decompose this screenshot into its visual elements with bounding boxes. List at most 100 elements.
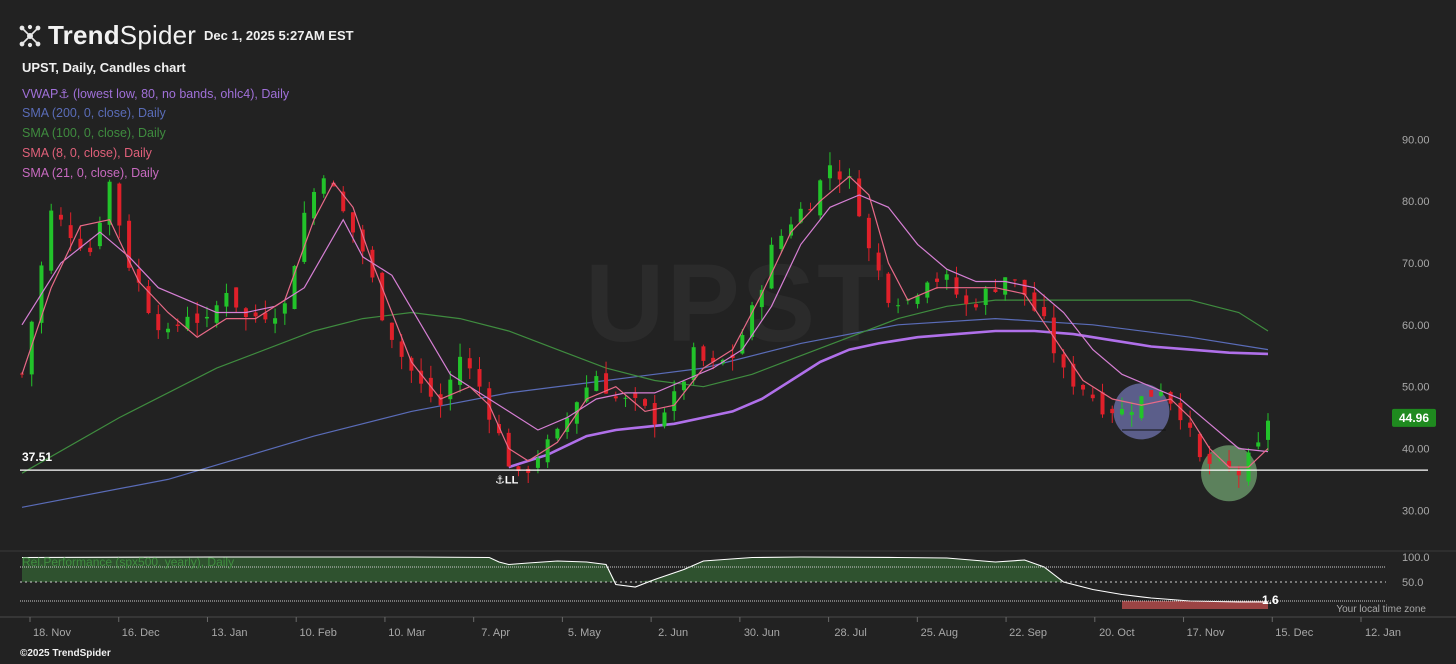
- local-time-zone-label[interactable]: Your local time zone: [1336, 604, 1426, 615]
- candle-body[interactable]: [1158, 391, 1163, 396]
- anchor-lowest-low-label: ⚓LL: [495, 474, 519, 486]
- candle-body[interactable]: [925, 282, 930, 298]
- sma-21-line[interactable]: [21, 194, 1269, 453]
- price-chart[interactable]: 37.51 ⚓LL 90.00 80.00 70.00 60.00 50.00 40.00 3…: [0, 0, 1456, 664]
- candle-body[interactable]: [477, 369, 482, 387]
- candle-body[interactable]: [234, 287, 239, 308]
- candle-body[interactable]: [88, 247, 93, 253]
- candle-body[interactable]: [827, 165, 832, 179]
- candle-body[interactable]: [983, 288, 988, 305]
- candle-body[interactable]: [321, 178, 326, 194]
- candle-body[interactable]: [107, 181, 112, 225]
- candle-body[interactable]: [97, 222, 102, 247]
- x-axis-label: 25. Aug: [921, 627, 958, 639]
- candle-body[interactable]: [1266, 420, 1270, 440]
- candle-body[interactable]: [1003, 277, 1008, 295]
- candle-body[interactable]: [623, 397, 628, 399]
- rel-performance-legend: Rel.Performance (spx500, yearly), Daily: [22, 555, 234, 569]
- candle-body[interactable]: [818, 180, 823, 216]
- candle-body[interactable]: [156, 314, 161, 331]
- candle-body[interactable]: [467, 358, 472, 369]
- candle-body[interactable]: [973, 304, 978, 308]
- candle-body[interactable]: [837, 171, 842, 180]
- candle-body[interactable]: [1119, 408, 1124, 415]
- candle-body[interactable]: [964, 295, 969, 305]
- candle-body[interactable]: [944, 274, 949, 280]
- candle-body[interactable]: [1197, 433, 1202, 458]
- rel-performance-level-label: 50.0: [1402, 577, 1423, 589]
- price-tick-label: 90.00: [1402, 134, 1430, 146]
- x-axis-label: 18. Nov: [33, 627, 71, 639]
- candle-body[interactable]: [166, 328, 171, 333]
- candle-body[interactable]: [1061, 354, 1066, 368]
- candle-body[interactable]: [1042, 306, 1047, 317]
- x-axis-label: 5. May: [568, 627, 602, 639]
- candle-body[interactable]: [1139, 396, 1144, 419]
- candle-body[interactable]: [175, 324, 180, 326]
- candle-body[interactable]: [662, 412, 667, 427]
- candle-body[interactable]: [214, 305, 219, 323]
- candle-body[interactable]: [68, 225, 73, 239]
- candle-body[interactable]: [350, 212, 355, 233]
- candle-body[interactable]: [1236, 470, 1241, 476]
- candle-body[interactable]: [555, 428, 560, 439]
- candle-body[interactable]: [643, 399, 647, 406]
- candle-body[interactable]: [652, 403, 657, 425]
- candle-body[interactable]: [1129, 412, 1134, 415]
- candle-body[interactable]: [389, 322, 394, 340]
- candle-body[interactable]: [204, 316, 209, 319]
- candle-body[interactable]: [58, 214, 63, 220]
- x-axis-label: 22. Sep: [1009, 627, 1047, 639]
- candle-body[interactable]: [535, 458, 540, 468]
- candle-body[interactable]: [302, 212, 307, 262]
- candle-body[interactable]: [1081, 384, 1086, 390]
- candle-body[interactable]: [1149, 390, 1154, 397]
- x-axis-label: 17. Nov: [1187, 627, 1225, 639]
- candle-body[interactable]: [886, 273, 891, 303]
- candle-body[interactable]: [1207, 453, 1212, 464]
- candle-body[interactable]: [876, 252, 881, 271]
- candle-body[interactable]: [1110, 408, 1115, 414]
- candle-body[interactable]: [1100, 392, 1105, 415]
- candle-body[interactable]: [594, 376, 599, 391]
- sma-8-line[interactable]: [21, 175, 1269, 468]
- candle-body[interactable]: [935, 278, 940, 282]
- candle-body[interactable]: [224, 293, 229, 307]
- candle-body[interactable]: [195, 313, 200, 323]
- x-axis-label: 12. Jan: [1365, 627, 1401, 639]
- candle-body[interactable]: [896, 305, 901, 307]
- price-tick-label: 80.00: [1402, 196, 1430, 208]
- candle-body[interactable]: [1188, 422, 1193, 428]
- candle-body[interactable]: [273, 318, 278, 324]
- candle-body[interactable]: [681, 381, 686, 391]
- candle-body[interactable]: [253, 312, 258, 317]
- candle-body[interactable]: [49, 210, 54, 271]
- candle-body[interactable]: [613, 396, 618, 399]
- candle-body[interactable]: [1178, 402, 1183, 421]
- candle-body[interactable]: [312, 191, 317, 219]
- candle-body[interactable]: [779, 235, 784, 250]
- x-axis-label: 10. Feb: [300, 627, 337, 639]
- candle-body[interactable]: [399, 341, 404, 357]
- sma-200-line[interactable]: [21, 317, 1269, 508]
- candle-body[interactable]: [282, 303, 287, 314]
- candle-body[interactable]: [1256, 442, 1261, 447]
- candle-body[interactable]: [672, 391, 677, 411]
- candle-body[interactable]: [526, 468, 531, 473]
- candle-body[interactable]: [1090, 394, 1095, 399]
- candle-body[interactable]: [993, 289, 998, 292]
- candle-body[interactable]: [759, 289, 764, 308]
- rel-performance-last-value: 1.6: [1262, 593, 1279, 607]
- candle-body[interactable]: [380, 272, 385, 321]
- candle-body[interactable]: [769, 244, 774, 289]
- candle-body[interactable]: [954, 277, 959, 295]
- candle-body[interactable]: [448, 379, 453, 400]
- candle-body[interactable]: [1022, 279, 1027, 295]
- candle-body[interactable]: [117, 183, 122, 226]
- candle-body[interactable]: [545, 439, 550, 463]
- candle-body[interactable]: [866, 217, 871, 249]
- candle-body[interactable]: [701, 346, 706, 361]
- candle-body[interactable]: [438, 394, 443, 406]
- candle-body[interactable]: [1012, 279, 1017, 281]
- x-axis-label: 13. Jan: [211, 627, 247, 639]
